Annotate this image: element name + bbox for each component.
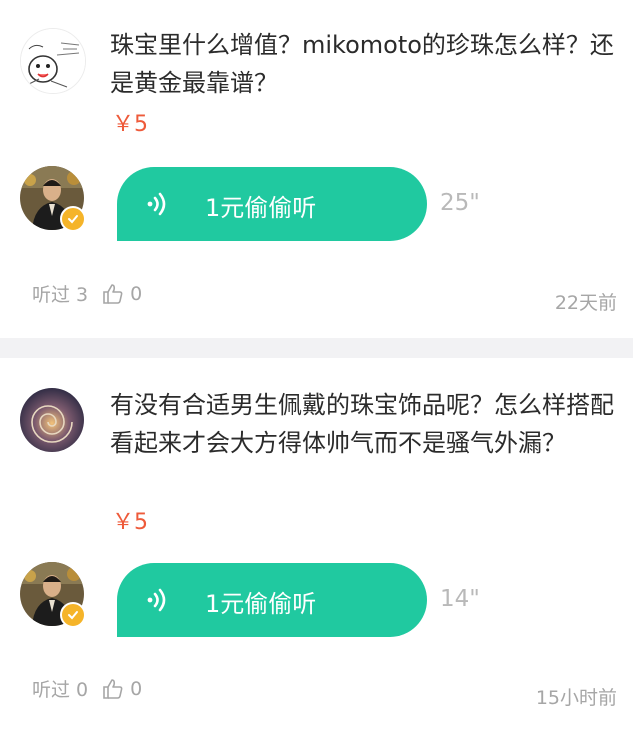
question-card[interactable]: 有没有合适男生佩戴的珠宝饰品呢？怎么样搭配看起来才会大方得体帅气而不是骚气外漏？… — [0, 358, 633, 735]
like-button[interactable]: 0 — [102, 678, 142, 700]
audio-duration: 14" — [440, 586, 480, 612]
post-time: 15小时前 — [535, 687, 617, 709]
thumbs-up-icon — [103, 678, 123, 699]
spiral-staircase-avatar-image — [20, 388, 84, 452]
question-meta: 听过 3 0 — [32, 280, 142, 307]
like-count: 0 — [130, 282, 143, 305]
sound-wave-icon — [145, 587, 171, 617]
card-divider — [0, 338, 633, 358]
answerer-avatar[interactable] — [20, 166, 86, 232]
question-price: ￥5 — [112, 112, 148, 137]
thumbs-up-icon — [103, 283, 123, 304]
question-card[interactable]: 珠宝里什么增值？mikomoto的珍珠怎么样？还是黄金最靠谱？ ￥5 1元偷偷听… — [0, 0, 633, 338]
listen-button[interactable]: 1元偷偷听 — [117, 563, 427, 637]
heard-count: 听过 3 — [32, 284, 89, 306]
like-button[interactable]: 0 — [102, 283, 142, 305]
listen-label: 1元偷偷听 — [205, 590, 317, 618]
verified-badge-icon — [60, 602, 86, 628]
verified-badge-icon — [60, 206, 86, 232]
asker-avatar[interactable] — [20, 388, 84, 452]
question-meta: 听过 0 0 — [32, 675, 142, 702]
question-price: ￥5 — [112, 510, 148, 535]
heard-count: 听过 0 — [32, 679, 89, 701]
cartoon-avatar-image — [21, 29, 85, 93]
post-time: 22天前 — [554, 292, 617, 314]
listen-label: 1元偷偷听 — [205, 194, 317, 222]
question-text[interactable]: 有没有合适男生佩戴的珠宝饰品呢？怎么样搭配看起来才会大方得体帅气而不是骚气外漏？ — [110, 386, 615, 462]
listen-button[interactable]: 1元偷偷听 — [117, 167, 427, 241]
audio-duration: 25" — [440, 190, 480, 216]
question-feed: 珠宝里什么增值？mikomoto的珍珠怎么样？还是黄金最靠谱？ ￥5 1元偷偷听… — [0, 0, 633, 735]
answerer-avatar[interactable] — [20, 562, 86, 628]
sound-wave-icon — [145, 191, 171, 221]
question-text[interactable]: 珠宝里什么增值？mikomoto的珍珠怎么样？还是黄金最靠谱？ — [110, 26, 615, 102]
like-count: 0 — [130, 677, 143, 700]
asker-avatar[interactable] — [20, 28, 86, 94]
